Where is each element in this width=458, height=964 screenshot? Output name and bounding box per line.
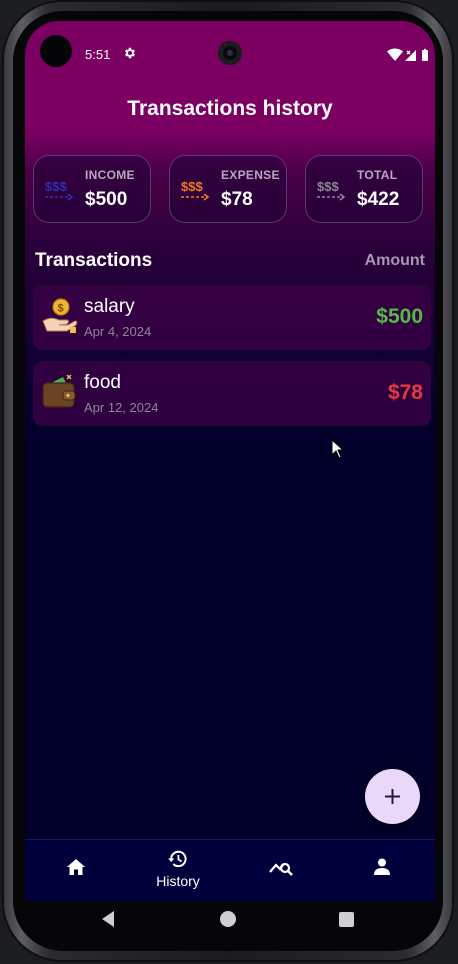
expense-money-icon: $$$ bbox=[181, 179, 210, 201]
status-bar: 5:51 bbox=[25, 21, 435, 67]
home-icon bbox=[67, 859, 85, 875]
device-frame: 5:51 Transactions history $$$ INCOME $50… bbox=[4, 2, 452, 960]
page-title: Transactions history bbox=[127, 97, 333, 120]
system-navigation-bar bbox=[13, 891, 443, 951]
front-sensor bbox=[40, 35, 72, 67]
income-summary-card: $$$ INCOME $500 bbox=[33, 155, 151, 223]
transaction-row-food[interactable]: food Apr 12, 2024 $78 bbox=[33, 361, 431, 426]
total-value: $422 bbox=[357, 189, 400, 210]
signal-icon bbox=[405, 50, 416, 61]
transaction-date: Apr 12, 2024 bbox=[84, 400, 159, 415]
front-camera bbox=[218, 41, 242, 65]
profile-icon bbox=[374, 858, 390, 875]
expense-label: EXPENSE bbox=[221, 168, 280, 182]
device-bezel: 5:51 Transactions history $$$ INCOME $50… bbox=[13, 11, 443, 951]
status-icons bbox=[387, 48, 428, 61]
transaction-title: food bbox=[84, 372, 121, 393]
mouse-cursor-icon bbox=[331, 439, 345, 459]
app-screen: 5:51 Transactions history $$$ INCOME $50… bbox=[25, 21, 435, 901]
nav-history-label: History bbox=[156, 873, 200, 889]
transaction-row-salary[interactable]: $ salary Apr 4, 2024 $500 bbox=[33, 285, 431, 350]
svg-text:$$$: $$$ bbox=[317, 179, 339, 194]
expense-summary-card: $$$ EXPENSE $78 bbox=[169, 155, 287, 223]
transaction-amount: $500 bbox=[376, 305, 423, 328]
salary-hand-coin-icon: $ bbox=[42, 298, 78, 333]
plus-icon bbox=[385, 789, 400, 804]
svg-text:$$$: $$$ bbox=[45, 179, 67, 194]
status-time: 5:51 bbox=[85, 47, 111, 62]
home-circle-icon[interactable] bbox=[220, 911, 236, 927]
settings-gear-icon bbox=[124, 47, 136, 59]
income-money-icon: $$$ bbox=[45, 179, 74, 201]
expense-value: $78 bbox=[221, 189, 253, 210]
transactions-heading: Transactions bbox=[35, 250, 153, 271]
amount-column-header: Amount bbox=[364, 252, 425, 269]
wifi-icon bbox=[387, 48, 403, 61]
battery-icon bbox=[422, 48, 428, 61]
back-icon[interactable] bbox=[100, 910, 116, 928]
recent-apps-icon[interactable] bbox=[339, 912, 354, 927]
svg-text:$$$: $$$ bbox=[181, 179, 203, 194]
income-label: INCOME bbox=[85, 168, 135, 182]
wallet-icon bbox=[42, 374, 76, 408]
chart-search-icon bbox=[269, 862, 293, 876]
transaction-title: salary bbox=[84, 296, 135, 317]
total-label: TOTAL bbox=[357, 168, 398, 182]
total-summary-card: $$$ TOTAL $422 bbox=[305, 155, 423, 223]
transaction-amount: $78 bbox=[387, 381, 423, 404]
income-value: $500 bbox=[85, 189, 128, 210]
history-icon bbox=[168, 850, 187, 868]
transaction-date: Apr 4, 2024 bbox=[84, 324, 152, 339]
svg-text:$: $ bbox=[58, 303, 64, 315]
add-transaction-button[interactable] bbox=[365, 769, 420, 824]
total-money-icon: $$$ bbox=[317, 179, 346, 201]
